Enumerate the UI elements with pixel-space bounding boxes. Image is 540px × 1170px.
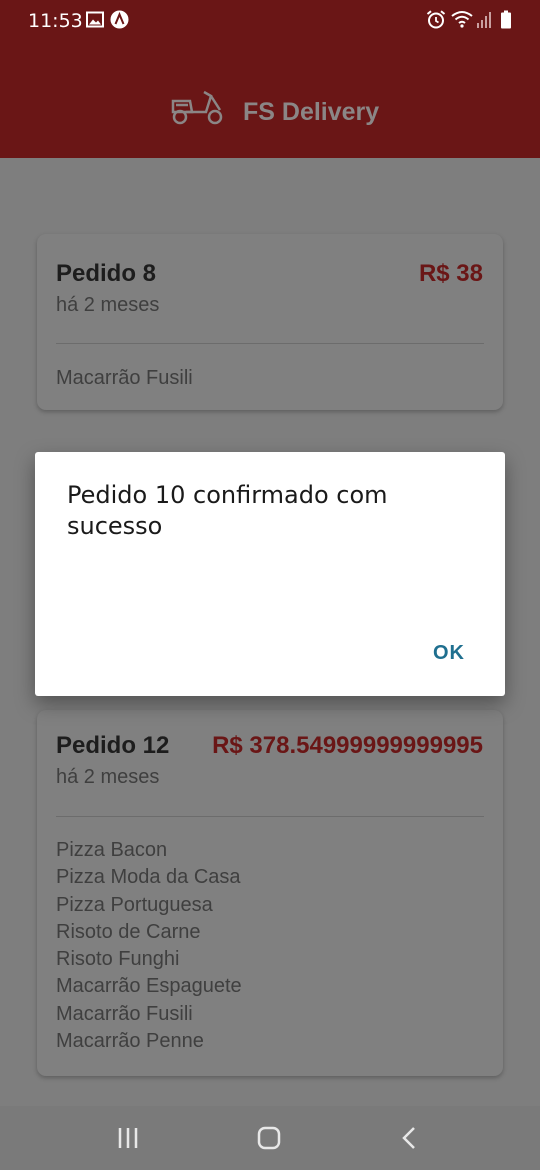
gallery-icon [86,11,104,28]
battery-icon [501,10,511,29]
wifi-icon [451,11,473,28]
order-item: Pizza Bacon [56,839,168,861]
order-date: há 2 meses [56,766,160,788]
divider [56,816,484,817]
back-icon[interactable] [390,1122,430,1154]
app-header: FS Delivery [0,40,540,158]
home-icon[interactable] [249,1122,289,1154]
confirmation-dialog: Pedido 10 confirmado com sucesso OK [35,452,505,696]
recent-apps-icon[interactable] [108,1122,148,1154]
order-item: Pizza Moda da Casa [56,866,241,889]
order-title: Pedido 8 [56,260,157,287]
order-card[interactable]: Pedido 12 R$ 378.54999999999995 há 2 mes… [37,710,503,1076]
order-item: Macarrão Fusili [56,367,193,389]
signal-icon [477,12,491,28]
order-items: Macarrão Fusili [56,365,193,392]
divider [56,343,484,344]
scooter-icon [171,90,223,125]
order-items: Pizza Bacon Pizza Moda da Casa Pizza Por… [56,837,242,1055]
order-item: Risoto de Carne [56,920,201,943]
order-item: Risoto Funghi [56,948,180,971]
order-item: Macarrão Fusili [56,1002,193,1025]
app-title: FS Delivery [243,98,380,126]
status-time: 11:53 [28,10,83,32]
order-price: R$ 378.54999999999995 [212,732,483,759]
status-bar: 11:53 [0,0,540,40]
alarm-icon [426,10,446,29]
ok-button[interactable]: OK [433,642,465,665]
order-date: há 2 meses [56,294,160,316]
order-item: Macarrão Espaguete [56,975,242,998]
order-item: Pizza Portuguesa [56,893,213,916]
dialog-message: Pedido 10 confirmado com sucesso [67,481,388,540]
system-nav-bar [0,1106,540,1170]
order-title: Pedido 12 [56,732,170,759]
order-item: Macarrão Penne [56,1030,204,1053]
order-price: R$ 38 [418,260,483,287]
notification-a-icon [110,10,129,29]
order-card[interactable]: Pedido 8 R$ 38 há 2 meses Macarrão Fusil… [37,234,503,410]
